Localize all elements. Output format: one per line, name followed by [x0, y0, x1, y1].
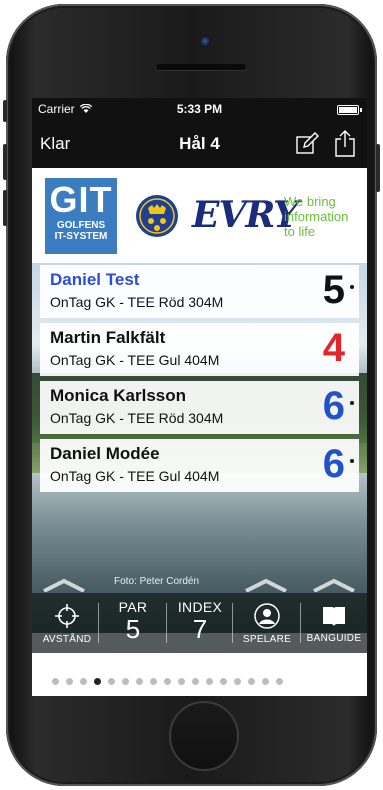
page-dot [248, 678, 255, 685]
par-value: 5 [125, 614, 141, 644]
volume-up-button [3, 144, 7, 180]
toolbar-divider [232, 603, 233, 643]
hole-toolbar: AVSTÅND PAR 5 INDEX 7 SPELARE BANGUIDE [32, 593, 367, 653]
home-button[interactable] [169, 701, 239, 771]
status-time: 5:33 PM [176, 102, 223, 116]
page-dot [94, 678, 101, 685]
toolbar-divider [98, 603, 99, 643]
share-icon[interactable] [333, 129, 357, 157]
edit-icon[interactable] [295, 132, 319, 156]
player-score[interactable]: 6 [323, 442, 345, 486]
golf-federation-crest-icon [136, 195, 178, 237]
player-name: Martin Falkfält [50, 328, 166, 347]
page-dot [52, 678, 59, 685]
chevron-up-icon[interactable] [244, 578, 288, 592]
player-card[interactable]: Monica Karlsson OnTag GK - TEE Röd 304M 6 [40, 381, 359, 434]
player-score[interactable]: 4 [323, 326, 345, 370]
player-name: Daniel Modée [50, 444, 160, 463]
evry-logo: EVRY [192, 194, 299, 236]
evry-tagline: We bring information to life [284, 194, 349, 239]
page-dot [136, 678, 143, 685]
player-tee: OnTag GK - TEE Gul 404M [50, 352, 220, 368]
book-icon [323, 607, 345, 626]
player-card[interactable]: Martin Falkfält OnTag GK - TEE Gul 404M 4 [40, 323, 359, 376]
person-icon [254, 603, 280, 629]
distance-label: AVSTÅND [42, 634, 92, 645]
page-dot [122, 678, 129, 685]
top-bar: Carrier 5:33 PM Klar Hål 4 [32, 98, 367, 168]
page-dot [66, 678, 73, 685]
player-name: Monica Karlsson [50, 386, 187, 405]
page-dot [192, 678, 199, 685]
front-camera [201, 37, 211, 47]
course-guide-label: BANGUIDE [306, 633, 362, 644]
player-score[interactable]: 6 [323, 384, 345, 428]
page-dot [234, 678, 241, 685]
score-indicator-dot [350, 401, 354, 405]
page-dot [220, 678, 227, 685]
par-display: PAR 5 [102, 593, 164, 653]
page-dot [108, 678, 115, 685]
toolbar-divider [300, 603, 301, 643]
players-label: SPELARE [242, 634, 292, 645]
page-dot [150, 678, 157, 685]
page-dot [178, 678, 185, 685]
power-button [376, 144, 380, 192]
player-score[interactable]: 5 [323, 268, 345, 312]
chevron-up-icon[interactable] [312, 578, 356, 592]
page-dots [52, 672, 290, 690]
crosshair-icon [55, 604, 79, 628]
volume-down-button [3, 190, 7, 226]
navigation-bar: Klar Hål 4 [32, 126, 367, 164]
page-dot [80, 678, 87, 685]
sponsor-banner: GIT GOLFENS IT-SYSTEM EVRY We bring info… [32, 168, 367, 263]
page-dot [206, 678, 213, 685]
player-name: Daniel Test [50, 270, 140, 289]
chevron-up-icon[interactable] [42, 578, 86, 592]
player-card[interactable]: Daniel Modée OnTag GK - TEE Gul 404M 6 [40, 439, 359, 492]
earpiece-speaker [156, 64, 246, 70]
index-display: INDEX 7 [168, 593, 232, 653]
player-tee: OnTag GK - TEE Röd 304M [50, 410, 224, 426]
battery-icon [337, 105, 362, 115]
mute-switch [3, 100, 7, 122]
score-indicator-dot [350, 459, 354, 463]
page-dot [262, 678, 269, 685]
index-label: INDEX [177, 599, 223, 615]
par-label: PAR [118, 599, 148, 615]
page-dot [164, 678, 171, 685]
player-tee: OnTag GK - TEE Gul 404M [50, 468, 220, 484]
course-guide-button[interactable]: BANGUIDE [302, 593, 366, 653]
git-logo: GIT GOLFENS IT-SYSTEM [45, 178, 117, 254]
photo-credit: Foto: Peter Cordén [114, 576, 200, 587]
score-indicator-dot [350, 285, 354, 289]
player-card[interactable]: Daniel Test OnTag GK - TEE Röd 304M 5 [40, 265, 359, 318]
page-indicator[interactable] [32, 656, 367, 696]
players-button[interactable]: SPELARE [236, 593, 298, 653]
distance-button[interactable]: AVSTÅND [36, 593, 98, 653]
player-tee: OnTag GK - TEE Röd 304M [50, 294, 224, 310]
index-value: 7 [192, 614, 208, 644]
toolbar-divider [166, 603, 167, 643]
status-bar: Carrier 5:33 PM [32, 102, 367, 120]
page-dot [276, 678, 283, 685]
app-screen: Carrier 5:33 PM Klar Hål 4 GIT GOLFENS I… [32, 98, 367, 696]
